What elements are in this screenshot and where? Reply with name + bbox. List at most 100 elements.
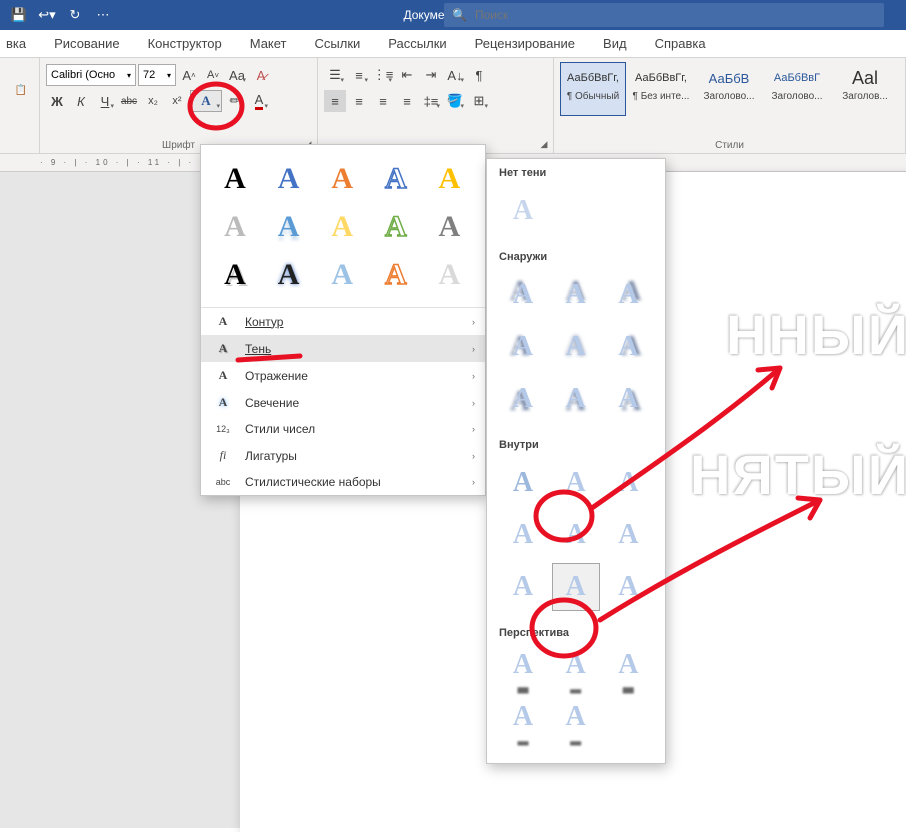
shadow-inner-6[interactable]: A	[604, 511, 652, 559]
search-box[interactable]: 🔍	[444, 3, 884, 27]
line-spacing-button[interactable]: ‡≡	[420, 90, 442, 112]
shadow-outer-2[interactable]: A	[552, 271, 600, 319]
italic-button[interactable]: К	[70, 90, 92, 112]
underline-button[interactable]: Ч	[94, 90, 116, 112]
borders-button[interactable]: ⊞	[468, 90, 490, 112]
tab-help[interactable]: Справка	[653, 32, 708, 55]
shadow-outer-6[interactable]: A	[604, 323, 652, 371]
fx-preset-1[interactable]: A	[209, 155, 261, 203]
align-right-button[interactable]: ≡	[372, 90, 394, 112]
bullets-button[interactable]: ☰	[324, 64, 346, 86]
tab-design[interactable]: Конструктор	[146, 32, 224, 55]
fx-preset-7[interactable]: A	[263, 203, 315, 251]
bold-button[interactable]: Ж	[46, 90, 68, 112]
shadow-inner-9[interactable]: A	[604, 563, 652, 611]
fx-preset-2[interactable]: A	[263, 155, 315, 203]
text-effects-button[interactable]: A	[190, 90, 222, 112]
shading-button[interactable]: 🪣	[444, 90, 466, 112]
tab-draw[interactable]: Рисование	[52, 32, 121, 55]
shadow-outer-3[interactable]: A	[604, 271, 652, 319]
shadow-inner-8[interactable]: A	[552, 563, 600, 611]
tab-mailings[interactable]: Рассылки	[386, 32, 448, 55]
shadow-inner-2[interactable]: A	[552, 459, 600, 507]
fx-preset-5[interactable]: A	[423, 155, 475, 203]
ribbon: 📋 Calibri (Осно▾ 72▾ A˄ A˅ Aa A̷ Ж К Ч a…	[0, 58, 906, 154]
highlight-button[interactable]: ✏	[224, 90, 246, 112]
style-heading1[interactable]: АаБбВ Заголово...	[696, 62, 762, 116]
shrink-font-button[interactable]: A˅	[202, 64, 224, 86]
show-marks-button[interactable]: ¶	[468, 64, 490, 86]
fx-preset-14[interactable]: A	[370, 251, 422, 299]
save-icon[interactable]: 💾	[8, 4, 30, 26]
fx-preset-9[interactable]: A	[370, 203, 422, 251]
fx-shadow-menu[interactable]: A Тень ›	[201, 335, 485, 362]
shadow-inner-4[interactable]: A	[499, 511, 547, 559]
superscript-button[interactable]: x²	[166, 90, 188, 112]
decrease-indent-button[interactable]: ⇤	[396, 64, 418, 86]
font-name-combo[interactable]: Calibri (Осно▾	[46, 64, 136, 86]
strikethrough-button[interactable]: abc	[118, 90, 140, 112]
fx-outline-menu[interactable]: A Контур ›	[201, 308, 485, 335]
shadow-persp-3[interactable]: A▃	[604, 647, 652, 695]
subscript-button[interactable]: x₂	[142, 90, 164, 112]
tab-review[interactable]: Рецензирование	[473, 32, 577, 55]
shadow-persp-5[interactable]: A▂	[552, 699, 600, 747]
align-left-button[interactable]: ≡	[324, 90, 346, 112]
increase-indent-button[interactable]: ⇥	[420, 64, 442, 86]
style-normal[interactable]: АаБбВвГг, ¶ Обычный	[560, 62, 626, 116]
fx-number-styles-menu[interactable]: 12₃ Стили чисел ›	[201, 416, 485, 442]
font-size-combo[interactable]: 72▾	[138, 64, 176, 86]
shadow-persp-1[interactable]: A▃	[499, 647, 547, 695]
paste-button[interactable]: 📋	[6, 62, 36, 118]
justify-button[interactable]: ≡	[396, 90, 418, 112]
fx-preset-10[interactable]: A	[423, 203, 475, 251]
shadow-inner-1[interactable]: A	[499, 459, 547, 507]
change-case-button[interactable]: Aa	[226, 64, 248, 86]
shadow-persp-2[interactable]: A▂	[552, 647, 600, 695]
align-center-button[interactable]: ≡	[348, 90, 370, 112]
fx-reflection-menu[interactable]: A Отражение ›	[201, 362, 485, 389]
style-title[interactable]: Aal Заголов...	[832, 62, 898, 116]
tab-references[interactable]: Ссылки	[313, 32, 363, 55]
grow-font-button[interactable]: A˄	[178, 64, 200, 86]
tab-insert-partial[interactable]: вка	[4, 32, 28, 55]
undo-button[interactable]: ↩▾	[36, 4, 58, 26]
style-heading2[interactable]: АаБбВвГ Заголово...	[764, 62, 830, 116]
redo-button[interactable]: ↻	[64, 4, 86, 26]
shadow-outer-5[interactable]: A	[552, 323, 600, 371]
clear-formatting-button[interactable]: A̷	[250, 64, 272, 86]
qat-customize[interactable]: ⋯	[92, 4, 114, 26]
shadow-none[interactable]: A	[499, 187, 547, 235]
fx-preset-13[interactable]: A	[316, 251, 368, 299]
numbering-button[interactable]: ≡	[348, 64, 370, 86]
shadow-inner-7[interactable]: A	[499, 563, 547, 611]
shadow-outer-1[interactable]: A	[499, 271, 547, 319]
shadow-section-perspective: Перспектива	[487, 619, 665, 643]
shadow-outer-8[interactable]: A	[552, 375, 600, 423]
shadow-icon: A	[213, 341, 233, 356]
shadow-persp-4[interactable]: A▂	[499, 699, 547, 747]
fx-preset-3[interactable]: A	[316, 155, 368, 203]
tab-view[interactable]: Вид	[601, 32, 629, 55]
shadow-outer-7[interactable]: A	[499, 375, 547, 423]
fx-preset-11[interactable]: A	[209, 251, 261, 299]
tab-layout[interactable]: Макет	[248, 32, 289, 55]
fx-glow-menu[interactable]: A Свечение ›	[201, 389, 485, 416]
search-input[interactable]	[475, 8, 876, 22]
fx-preset-15[interactable]: A	[423, 251, 475, 299]
sort-button[interactable]: A↓	[444, 64, 466, 86]
style-no-spacing[interactable]: АаБбВвГг, ¶ Без инте...	[628, 62, 694, 116]
fx-preset-4[interactable]: A	[370, 155, 422, 203]
multilevel-button[interactable]: ⋮≡	[372, 64, 394, 86]
fx-ligatures-menu[interactable]: fi Лигатуры ›	[201, 442, 485, 469]
paragraph-dialog-launcher[interactable]: ◢	[538, 138, 550, 150]
fx-preset-6[interactable]: A	[209, 203, 261, 251]
fx-preset-8[interactable]: A	[316, 203, 368, 251]
fx-stylistic-sets-menu[interactable]: abc Стилистические наборы ›	[201, 469, 485, 495]
shadow-outer-9[interactable]: A	[604, 375, 652, 423]
shadow-inner-5[interactable]: A	[552, 511, 600, 559]
font-color-button[interactable]: A	[248, 90, 270, 112]
shadow-inner-3[interactable]: A	[604, 459, 652, 507]
shadow-outer-4[interactable]: A	[499, 323, 547, 371]
fx-preset-12[interactable]: A	[263, 251, 315, 299]
